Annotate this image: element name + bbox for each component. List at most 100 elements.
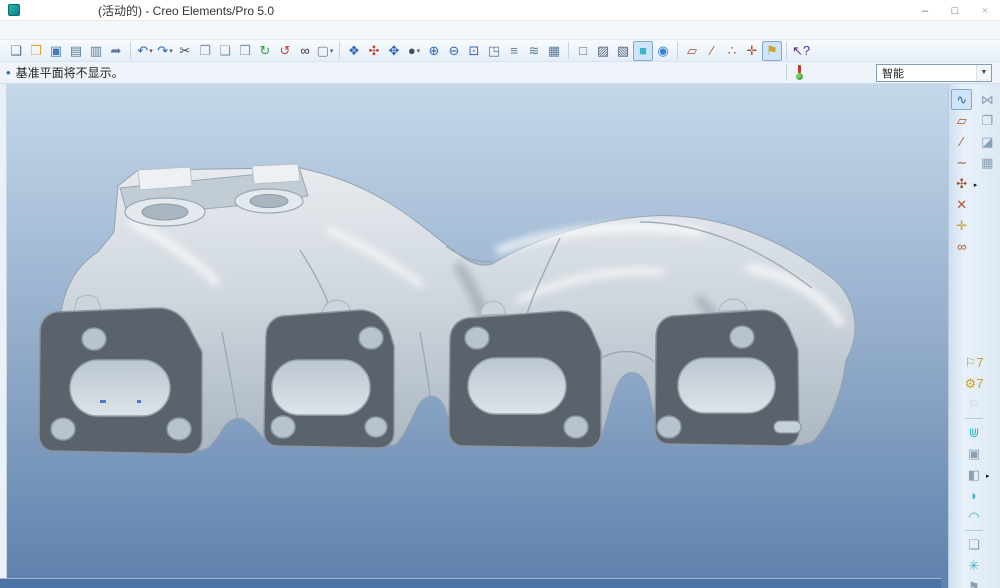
fit-window-button[interactable]: ❖ [344, 41, 364, 61]
select-button[interactable]: ▢▾ [315, 41, 335, 61]
shaded-button[interactable]: ■ [633, 41, 653, 61]
wireframe-button[interactable]: □ [573, 41, 593, 61]
maximize-button[interactable]: □ [940, 0, 970, 21]
redo-button[interactable]: ↷▾ [155, 41, 175, 61]
exhaust-manifold-model [7, 84, 948, 588]
spin-center-button[interactable]: ✥ [384, 41, 404, 61]
layers-button[interactable]: ≋ [524, 41, 544, 61]
paste-special-button[interactable]: ❒ [235, 41, 255, 61]
menu-file[interactable] [4, 29, 16, 31]
datum-axes-toggle[interactable]: ∕ [702, 41, 722, 61]
annotation-gear-tool[interactable]: ⚙7 [964, 373, 985, 394]
menu-info[interactable] [64, 29, 76, 31]
zoom-in-button[interactable]: ⊕ [424, 41, 444, 61]
dropdown-arrow-icon[interactable]: ▾ [417, 47, 421, 55]
reorient-button[interactable]: ◳ [484, 41, 504, 61]
dropdown-arrow-icon[interactable]: ▾ [330, 47, 334, 55]
new-button[interactable]: ❏ [6, 41, 26, 61]
window-controls: – □ × [910, 0, 1000, 21]
zoom-out-button[interactable]: ⊖ [444, 41, 464, 61]
send-button[interactable]: ➦ [106, 41, 126, 61]
centerline-tool[interactable]: ∕ [951, 131, 972, 152]
cross-point-tool[interactable]: ✕ [951, 194, 972, 215]
dropdown-arrow-icon[interactable]: ▾ [169, 47, 173, 55]
merge-tool[interactable]: ❐ [977, 110, 998, 131]
copy-button[interactable]: ❐ [195, 41, 215, 61]
toolbar-icon: ◉ [657, 44, 668, 57]
save-button[interactable]: ▣ [46, 41, 66, 61]
menu-insert[interactable] [40, 29, 52, 31]
undo-button[interactable]: ↶▾ [135, 41, 155, 61]
datum-planes-toggle[interactable]: ▱ [682, 41, 702, 61]
combo-dropdown-icon[interactable]: ▼ [976, 65, 991, 81]
hidden-line-button[interactable]: ▨ [593, 41, 613, 61]
style-wave-tool[interactable]: ∿ [951, 89, 972, 110]
separator [677, 42, 678, 59]
separator [786, 64, 787, 81]
tool-icon: ◠ [968, 510, 979, 523]
paste-button[interactable]: ❑ [215, 41, 235, 61]
chain-tool[interactable]: ∞ [951, 236, 972, 257]
mirror-tool[interactable]: ⋈ [977, 89, 998, 110]
loft-tool[interactable]: ⋓ [964, 422, 985, 443]
refit-button[interactable]: ⊡ [464, 41, 484, 61]
open-button[interactable]: ❒ [26, 41, 46, 61]
csys-tool[interactable]: ✛ [951, 215, 972, 236]
solid-block-tool[interactable]: ◧▸ [964, 464, 985, 485]
cut-button[interactable]: ✂ [175, 41, 195, 61]
menu-analysis[interactable] [52, 29, 64, 31]
point-tool[interactable]: ✣▸ [951, 173, 972, 194]
tool-icon: ▦ [981, 156, 993, 169]
tool-icon: ⚐7 [965, 356, 984, 369]
datum-points-toggle[interactable]: ∴ [722, 41, 742, 61]
menu-help[interactable] [112, 29, 124, 31]
context-help-button[interactable]: ↖? [791, 41, 811, 61]
find-button[interactable]: ∞ [295, 41, 315, 61]
menu-applications[interactable] [76, 29, 88, 31]
annotations-toggle[interactable]: ⚑ [762, 41, 782, 61]
enhanced-realism-button[interactable]: ◉ [653, 41, 673, 61]
pattern-tool[interactable]: ✳ [964, 555, 985, 576]
close-button[interactable]: × [970, 0, 1000, 21]
toolbar-icon: ⊡ [469, 44, 480, 57]
spline-tool[interactable]: ∼ [951, 152, 972, 173]
menu-view[interactable] [28, 29, 40, 31]
viewport-bottom-strip [0, 578, 941, 588]
datum-csys-toggle[interactable]: ✛ [742, 41, 762, 61]
no-hidden-button[interactable]: ▧ [613, 41, 633, 61]
toolbar-icon: ▧ [617, 44, 629, 57]
display-style-button[interactable]: ●▾ [404, 41, 424, 61]
copy-geometry-tool[interactable]: ❏ [964, 534, 985, 555]
corner-trim-tool[interactable]: ◪ [977, 131, 998, 152]
grid-tool[interactable]: ▦ [977, 152, 998, 173]
navigator-collapsed-strip[interactable] [0, 84, 7, 588]
extrude-tool[interactable]: ▣ [964, 443, 985, 464]
arc-surface-tool[interactable]: ◠ [964, 506, 985, 527]
toolbar-icon: ✛ [747, 44, 758, 57]
regeneration-status-icon [795, 65, 804, 80]
regenerate-button[interactable]: ↻ [255, 41, 275, 61]
selection-filter-combobox[interactable]: 智能 ▼ [876, 64, 992, 82]
minimize-button[interactable]: – [910, 0, 940, 21]
parallelogram-tool[interactable]: ▱ [951, 110, 972, 131]
boundary-flag-tool-a[interactable]: ⚑ [964, 576, 985, 588]
menu-tools[interactable] [88, 29, 100, 31]
orient-button[interactable]: ✣ [364, 41, 384, 61]
graphics-viewport[interactable] [7, 84, 948, 588]
custom-regenerate-button[interactable]: ↺ [275, 41, 295, 61]
rib-tool[interactable]: ◗ [964, 485, 985, 506]
menu-window[interactable] [100, 29, 112, 31]
print-preview-button[interactable]: ▥ [86, 41, 106, 61]
menu-edit[interactable] [16, 29, 28, 31]
tool-icon: ◗ [970, 489, 978, 502]
flyout-arrow-icon[interactable]: ▸ [986, 472, 990, 480]
annotation-disabled-tool[interactable]: ⚐ [964, 394, 985, 415]
flyout-arrow-icon[interactable]: ▸ [974, 181, 978, 189]
saved-views-button[interactable]: ≡ [504, 41, 524, 61]
dropdown-arrow-icon[interactable]: ▾ [149, 47, 153, 55]
view-manager-button[interactable]: ▦ [544, 41, 564, 61]
tool-icon: ⚐ [968, 398, 980, 411]
print-button[interactable]: ▤ [66, 41, 86, 61]
toolbar-icon: ↶ [137, 44, 148, 57]
annotation-note-tool[interactable]: ⚐7 [964, 352, 985, 373]
